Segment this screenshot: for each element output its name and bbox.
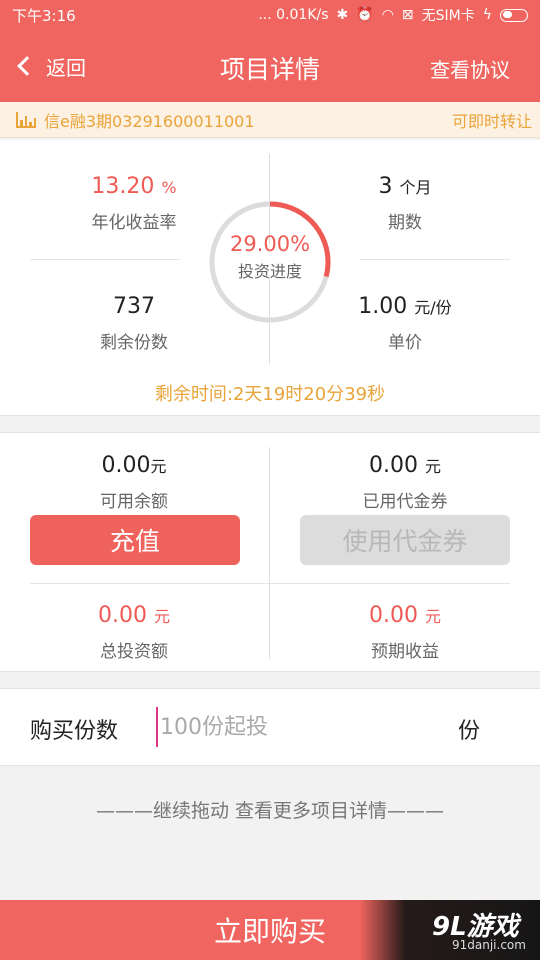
- status-icons: ... 0.01K/s ✱ ⏰ ◠ ⊠ 无SIM卡 ϟ: [258, 5, 528, 25]
- balance-unit: 元: [150, 457, 167, 476]
- account-panel: 0.00元 可用余额 0.00 元 已用代金券 充值 使用代金券 0.00 元 …: [0, 432, 540, 672]
- unit-price-label: 单价: [388, 333, 422, 353]
- used-voucher-stat: 0.00 元 已用代金券: [305, 453, 505, 512]
- product-code: 信e融3期03291600011001: [44, 111, 255, 131]
- total-investment-stat: 0.00 元 总投资额: [34, 603, 234, 662]
- expected-income-unit: 元: [424, 607, 441, 626]
- divider: [269, 447, 270, 659]
- term-value: 3: [378, 174, 393, 199]
- annual-rate-stat: 13.20 % 年化收益率: [34, 174, 234, 233]
- sim-icon: ⊠: [401, 7, 414, 23]
- balance-label: 可用余额: [100, 492, 168, 512]
- remaining-time: 剩余时间:2天19时20分39秒: [154, 384, 386, 405]
- total-investment-label: 总投资额: [100, 642, 168, 662]
- annual-rate-label: 年化收益率: [91, 213, 177, 233]
- project-stats-panel: 13.20 % 年化收益率 3 个月 期数 737 剩余份数 1.00 元/份 …: [0, 140, 540, 416]
- annual-rate-unit: %: [161, 178, 177, 197]
- remaining-shares-stat: 737 剩余份数: [34, 294, 234, 353]
- battery-icon: [500, 8, 528, 22]
- balance-stat: 0.00元 可用余额: [34, 453, 234, 512]
- purchase-quantity-label: 购买份数: [30, 719, 119, 744]
- status-time: 下午3:16: [12, 6, 76, 25]
- divider: [30, 583, 510, 584]
- expected-income-value: 0.00: [369, 603, 418, 628]
- term-unit: 个月: [399, 178, 432, 197]
- alarm-icon: ⏰: [356, 7, 374, 23]
- nav-bar: 返回 项目详情 查看协议: [0, 30, 540, 102]
- transfer-status: 可即时转让: [451, 111, 532, 131]
- bluetooth-icon: ✱: [336, 7, 349, 23]
- wifi-icon: ◠: [381, 7, 394, 23]
- total-investment-unit: 元: [153, 607, 170, 626]
- drag-more-hint: ———继续拖动 查看更多项目详情———: [95, 800, 445, 822]
- purchase-row: 购买份数 份: [0, 688, 540, 766]
- expected-income-stat: 0.00 元 预期收益: [305, 603, 505, 662]
- progress-text: 29.00% 投资进度: [206, 232, 334, 282]
- progress-percent: 29.00%: [229, 232, 311, 256]
- remaining-shares-value: 737: [113, 294, 155, 319]
- used-voucher-label: 已用代金券: [362, 492, 448, 512]
- status-bar: 下午3:16 ... 0.01K/s ✱ ⏰ ◠ ⊠ 无SIM卡 ϟ: [0, 0, 540, 30]
- watermark-site: 91danji.com: [452, 938, 526, 952]
- sim-status: 无SIM卡: [421, 8, 475, 24]
- divider: [360, 259, 510, 260]
- remaining-shares-label: 剩余份数: [100, 333, 168, 353]
- used-voucher-value: 0.00: [369, 453, 418, 478]
- expected-income-label: 预期收益: [371, 642, 439, 662]
- view-agreement-button[interactable]: 查看协议: [430, 54, 510, 83]
- purchase-quantity-input[interactable]: [156, 707, 426, 747]
- term-stat: 3 个月 期数: [305, 174, 505, 233]
- buy-bar: 立即购买 9L游戏 91danji.com: [0, 900, 540, 960]
- network-speed: ... 0.01K/s: [258, 7, 329, 23]
- unit-price-stat: 1.00 元/份 单价: [305, 294, 505, 353]
- use-voucher-button[interactable]: 使用代金券: [300, 515, 510, 565]
- unit-price-unit: 元/份: [414, 298, 452, 317]
- unit-price-value: 1.00: [358, 294, 408, 319]
- recharge-button[interactable]: 充值: [30, 515, 240, 565]
- purchase-unit: 份: [458, 719, 481, 744]
- divider: [30, 259, 180, 260]
- annual-rate-value: 13.20: [91, 174, 155, 199]
- charging-icon: ϟ: [482, 7, 492, 23]
- balance-value: 0.00: [101, 453, 151, 478]
- term-label: 期数: [388, 213, 422, 233]
- progress-label: 投资进度: [237, 262, 302, 281]
- used-voucher-unit: 元: [424, 457, 441, 476]
- bar-chart-icon: [16, 111, 36, 128]
- product-info-bar: 信e融3期03291600011001 可即时转让: [0, 102, 540, 138]
- total-investment-value: 0.00: [98, 603, 147, 628]
